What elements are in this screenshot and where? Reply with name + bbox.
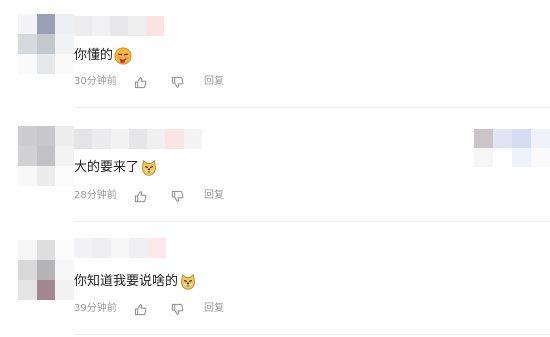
comment-item: 你懂的 30分钟前 回复 bbox=[0, 0, 550, 108]
divider bbox=[74, 334, 550, 335]
comment-text: 大的要来了 bbox=[74, 159, 158, 177]
comment-time: 28分钟前 bbox=[74, 190, 117, 201]
divider bbox=[74, 221, 550, 222]
thumbs-down-icon bbox=[171, 76, 184, 88]
username-blurred[interactable] bbox=[74, 16, 164, 36]
comment-text-content: 你懂的 bbox=[74, 48, 114, 63]
thumbs-up-icon bbox=[134, 190, 147, 202]
reply-button[interactable]: 回复 bbox=[204, 75, 224, 89]
comment-time: 39分钟前 bbox=[74, 303, 117, 314]
comment-list: 你懂的 30分钟前 回复 大的要来了 28分钟前 回复 你知道我要说啥的 39分… bbox=[0, 0, 550, 337]
like-button[interactable] bbox=[134, 76, 171, 89]
thumbs-up-icon bbox=[134, 76, 147, 88]
comment-text-content: 大的要来了 bbox=[74, 160, 140, 175]
thumbs-down-icon bbox=[171, 303, 184, 315]
avatar[interactable] bbox=[18, 14, 74, 74]
reply-button[interactable]: 回复 bbox=[204, 189, 224, 203]
username-blurred[interactable] bbox=[74, 238, 166, 258]
username-blurred[interactable] bbox=[74, 129, 203, 149]
thumbs-down-icon bbox=[171, 190, 184, 202]
like-button[interactable] bbox=[134, 303, 171, 316]
doge-face-icon bbox=[142, 159, 156, 176]
comment-meta: 39分钟前 回复 bbox=[74, 302, 224, 316]
avatar[interactable] bbox=[18, 240, 74, 300]
comment-text: 你知道我要说啥的 bbox=[74, 273, 197, 291]
avatar[interactable] bbox=[18, 126, 74, 186]
dislike-button[interactable] bbox=[171, 76, 204, 89]
divider bbox=[74, 107, 550, 108]
like-button[interactable] bbox=[134, 190, 171, 203]
comment-meta: 28分钟前 回复 bbox=[74, 189, 224, 203]
comment-time: 30分钟前 bbox=[74, 76, 117, 87]
comment-text: 你懂的 bbox=[74, 47, 132, 65]
reply-button[interactable]: 回复 bbox=[204, 302, 224, 316]
dislike-button[interactable] bbox=[171, 303, 204, 316]
smirk-face-icon bbox=[114, 47, 132, 65]
comment-item: 大的要来了 28分钟前 回复 bbox=[0, 126, 550, 222]
side-blurred-region bbox=[474, 129, 550, 167]
doge-face-icon bbox=[181, 273, 195, 290]
comment-text-content: 你知道我要说啥的 bbox=[74, 274, 179, 289]
dislike-button[interactable] bbox=[171, 190, 204, 203]
comment-meta: 30分钟前 回复 bbox=[74, 75, 224, 89]
thumbs-up-icon bbox=[134, 303, 147, 315]
comment-item: 你知道我要说啥的 39分钟前 回复 bbox=[0, 238, 550, 337]
